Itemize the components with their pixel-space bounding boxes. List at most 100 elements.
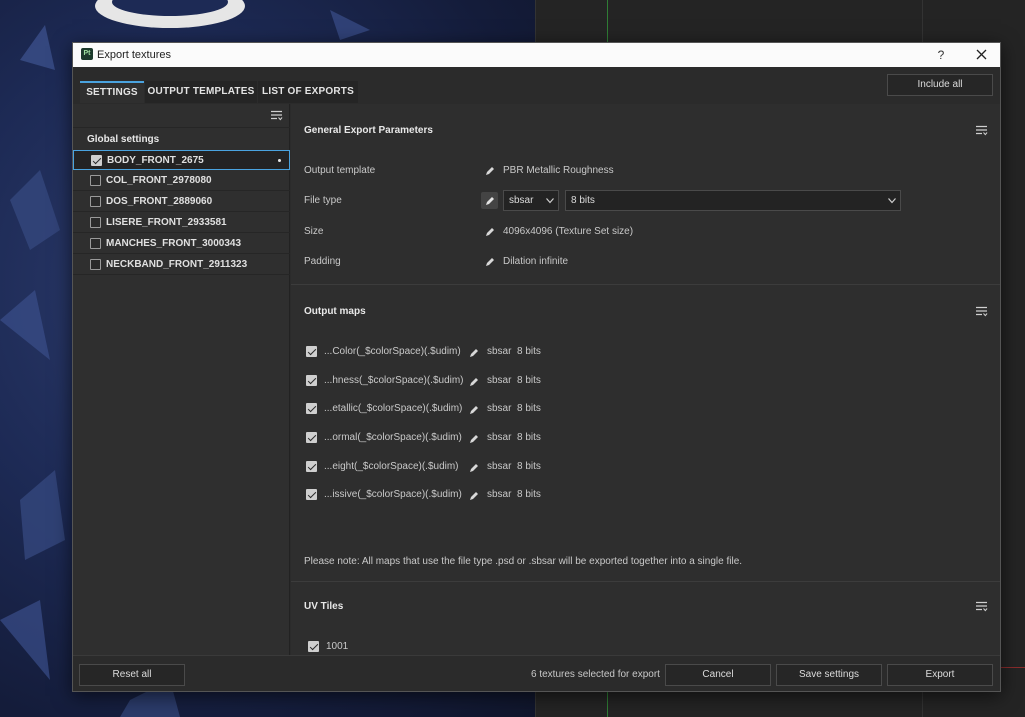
output-map-bits: 8 bits (517, 346, 541, 357)
texture-set-label: MANCHES_FRONT_3000343 (106, 238, 242, 249)
output-map-checkbox[interactable] (306, 432, 317, 443)
texture-set-row-body-front[interactable]: BODY_FRONT_2675 (73, 150, 290, 170)
file-type-value: sbsar (509, 195, 534, 206)
export-button[interactable]: Export (887, 664, 993, 686)
output-map-checkbox[interactable] (306, 375, 317, 386)
selected-count-text: 6 textures selected for export (531, 669, 660, 680)
bit-depth-value: 8 bits (571, 195, 595, 206)
edit-pencil-icon[interactable] (469, 405, 479, 415)
output-map-row: ...eight(_$colorSpace)(.$udim) sbsar 8 b… (291, 458, 1000, 478)
edit-pencil-icon[interactable] (485, 166, 495, 176)
texture-set-label: COL_FRONT_2978080 (106, 175, 212, 186)
window-title: Export textures (97, 49, 171, 61)
bit-depth-select[interactable]: 8 bits (565, 190, 901, 211)
texture-set-row-col-front[interactable]: COL_FRONT_2978080 (73, 171, 290, 191)
tab-output-templates[interactable]: OUTPUT TEMPLATES (145, 81, 257, 103)
export-textures-dialog: Pt Export textures ? SETTINGS OUTPUT TEM… (72, 42, 1001, 692)
output-map-checkbox[interactable] (306, 346, 317, 357)
chevron-down-icon (546, 198, 554, 204)
general-export-title: General Export Parameters (304, 125, 433, 136)
output-maps-title: Output maps (304, 306, 366, 317)
uv-tile-label: 1001 (326, 641, 349, 652)
output-map-bits: 8 bits (517, 375, 541, 386)
output-map-row: ...ormal(_$colorSpace)(.$udim) sbsar 8 b… (291, 429, 1000, 449)
texture-set-row-neckband-front[interactable]: NECKBAND_FRONT_2911323 (73, 255, 290, 275)
size-label: Size (304, 226, 324, 237)
uv-tiles-title: UV Tiles (304, 601, 344, 612)
title-bar: Pt Export textures ? (73, 43, 1000, 67)
global-settings-heading: Global settings (87, 134, 160, 145)
output-map-row: ...Color(_$colorSpace)(.$udim) sbsar 8 b… (291, 343, 1000, 363)
texture-set-checkbox[interactable] (90, 196, 101, 207)
output-map-name: ...hness(_$colorSpace)(.$udim) (324, 375, 464, 386)
texture-set-row-dos-front[interactable]: DOS_FRONT_2889060 (73, 192, 290, 212)
output-map-format: sbsar (487, 489, 512, 500)
chevron-down-icon (888, 198, 896, 204)
export-note: Please note: All maps that use the file … (304, 556, 743, 567)
texture-set-row-lisere-front[interactable]: LISERE_FRONT_2933581 (73, 213, 290, 233)
edit-pencil-icon[interactable] (485, 257, 495, 267)
tab-list-of-exports[interactable]: LIST OF EXPORTS (258, 81, 358, 103)
output-map-format: sbsar (487, 432, 512, 443)
output-map-row: ...etallic(_$colorSpace)(.$udim) sbsar 8… (291, 400, 1000, 420)
output-map-bits: 8 bits (517, 489, 541, 500)
padding-value[interactable]: Dilation infinite (503, 256, 568, 267)
output-map-name: ...eight(_$colorSpace)(.$udim) (324, 461, 459, 472)
texture-set-label: NECKBAND_FRONT_2911323 (106, 259, 248, 270)
padding-label: Padding (304, 256, 341, 267)
output-map-checkbox[interactable] (306, 461, 317, 472)
output-map-row: ...issive(_$colorSpace)(.$udim) sbsar 8 … (291, 486, 1000, 506)
file-type-edit-button[interactable] (481, 192, 498, 209)
output-map-bits: 8 bits (517, 461, 541, 472)
output-map-name: ...ormal(_$colorSpace)(.$udim) (324, 432, 462, 443)
texture-set-row-manches-front[interactable]: MANCHES_FRONT_3000343 (73, 234, 290, 254)
output-template-label: Output template (304, 165, 376, 176)
section-menu-icon[interactable] (976, 306, 988, 317)
output-map-format: sbsar (487, 375, 512, 386)
edit-pencil-icon[interactable] (469, 463, 479, 473)
section-menu-icon[interactable] (976, 601, 988, 612)
filter-list-icon[interactable] (271, 110, 283, 121)
output-template-value[interactable]: PBR Metallic Roughness (503, 165, 614, 176)
texture-set-label: LISERE_FRONT_2933581 (106, 217, 227, 228)
texture-set-checkbox[interactable] (90, 259, 101, 270)
output-map-bits: 8 bits (517, 432, 541, 443)
output-map-checkbox[interactable] (306, 489, 317, 500)
edit-pencil-icon[interactable] (469, 491, 479, 501)
edit-pencil-icon[interactable] (485, 227, 495, 237)
texture-set-checkbox[interactable] (91, 155, 102, 166)
texture-set-label: DOS_FRONT_2889060 (106, 196, 213, 207)
save-settings-button[interactable]: Save settings (776, 664, 882, 686)
tab-settings[interactable]: SETTINGS (80, 81, 144, 103)
output-map-row: ...hness(_$colorSpace)(.$udim) sbsar 8 b… (291, 372, 1000, 392)
size-value[interactable]: 4096x4096 (Texture Set size) (503, 226, 633, 237)
close-button[interactable] (971, 46, 991, 64)
section-menu-icon[interactable] (976, 125, 988, 136)
app-logo-icon: Pt (81, 48, 93, 60)
close-icon (976, 49, 986, 60)
edit-pencil-icon (486, 197, 494, 205)
edit-pencil-icon[interactable] (469, 434, 479, 444)
edit-pencil-icon[interactable] (469, 348, 479, 358)
output-map-name: ...Color(_$colorSpace)(.$udim) (324, 346, 461, 357)
list-toolbar (73, 104, 290, 128)
texture-set-checkbox[interactable] (90, 217, 101, 228)
section-divider (291, 581, 1000, 582)
uv-tile-checkbox[interactable] (308, 641, 319, 652)
texture-set-label: BODY_FRONT_2675 (107, 155, 204, 166)
output-map-format: sbsar (487, 461, 512, 472)
reset-all-button[interactable]: Reset all (79, 664, 185, 686)
output-map-format: sbsar (487, 346, 512, 357)
edit-pencil-icon[interactable] (469, 377, 479, 387)
cancel-button[interactable]: Cancel (665, 664, 771, 686)
help-button[interactable]: ? (931, 46, 951, 64)
texture-set-checkbox[interactable] (90, 238, 101, 249)
settings-panel: General Export Parameters Output templat… (291, 104, 1000, 655)
include-all-button[interactable]: Include all (887, 74, 993, 96)
dialog-footer: Reset all 6 textures selected for export… (73, 655, 1000, 691)
file-type-select[interactable]: sbsar (503, 190, 559, 211)
output-map-checkbox[interactable] (306, 403, 317, 414)
texture-set-checkbox[interactable] (90, 175, 101, 186)
output-map-name: ...etallic(_$colorSpace)(.$udim) (324, 403, 463, 414)
output-map-bits: 8 bits (517, 403, 541, 414)
